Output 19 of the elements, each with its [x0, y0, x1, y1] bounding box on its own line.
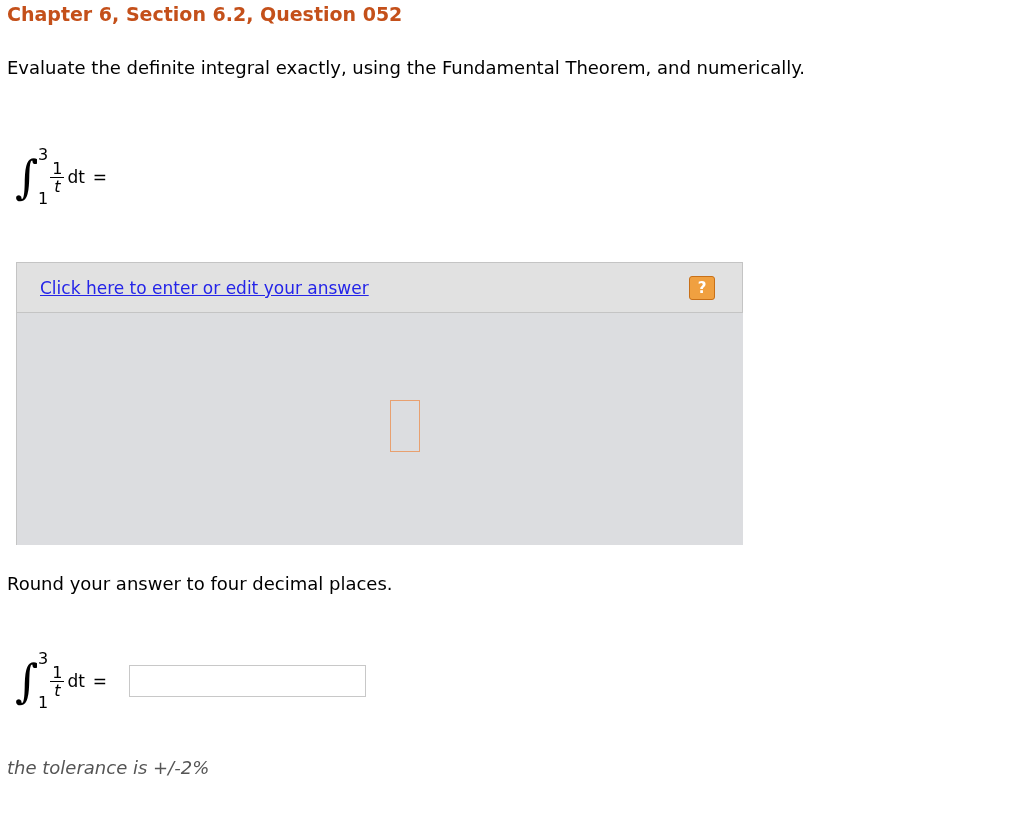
answer-field[interactable] — [129, 665, 367, 697]
denominator: t — [54, 681, 61, 699]
equals-sign: = — [92, 671, 108, 691]
tolerance-note: the tolerance is +/-2% — [7, 756, 211, 780]
lower-limit: 1 — [38, 191, 49, 207]
edit-answer-link[interactable]: Click here to enter or edit your answer — [40, 277, 369, 298]
upper-limit: 3 — [38, 147, 49, 163]
differential: dt — [67, 167, 85, 187]
instruction-text: Evaluate the definite integral exactly, using the Fundamental Theorem, and numerically. — [7, 56, 807, 80]
numerator: 1 — [50, 663, 65, 682]
lower-limit: 1 — [38, 695, 49, 711]
question-title: Chapter 6, Section 6.2, Question 052 — [7, 2, 404, 26]
denominator: t — [54, 177, 61, 195]
numerator: 1 — [50, 159, 65, 178]
differential: dt — [67, 671, 85, 691]
round-instruction: Round your answer to four decimal places. — [7, 572, 394, 596]
upper-limit: 3 — [38, 651, 49, 667]
answer-slot[interactable] — [390, 400, 420, 452]
equals-sign: = — [92, 167, 108, 187]
